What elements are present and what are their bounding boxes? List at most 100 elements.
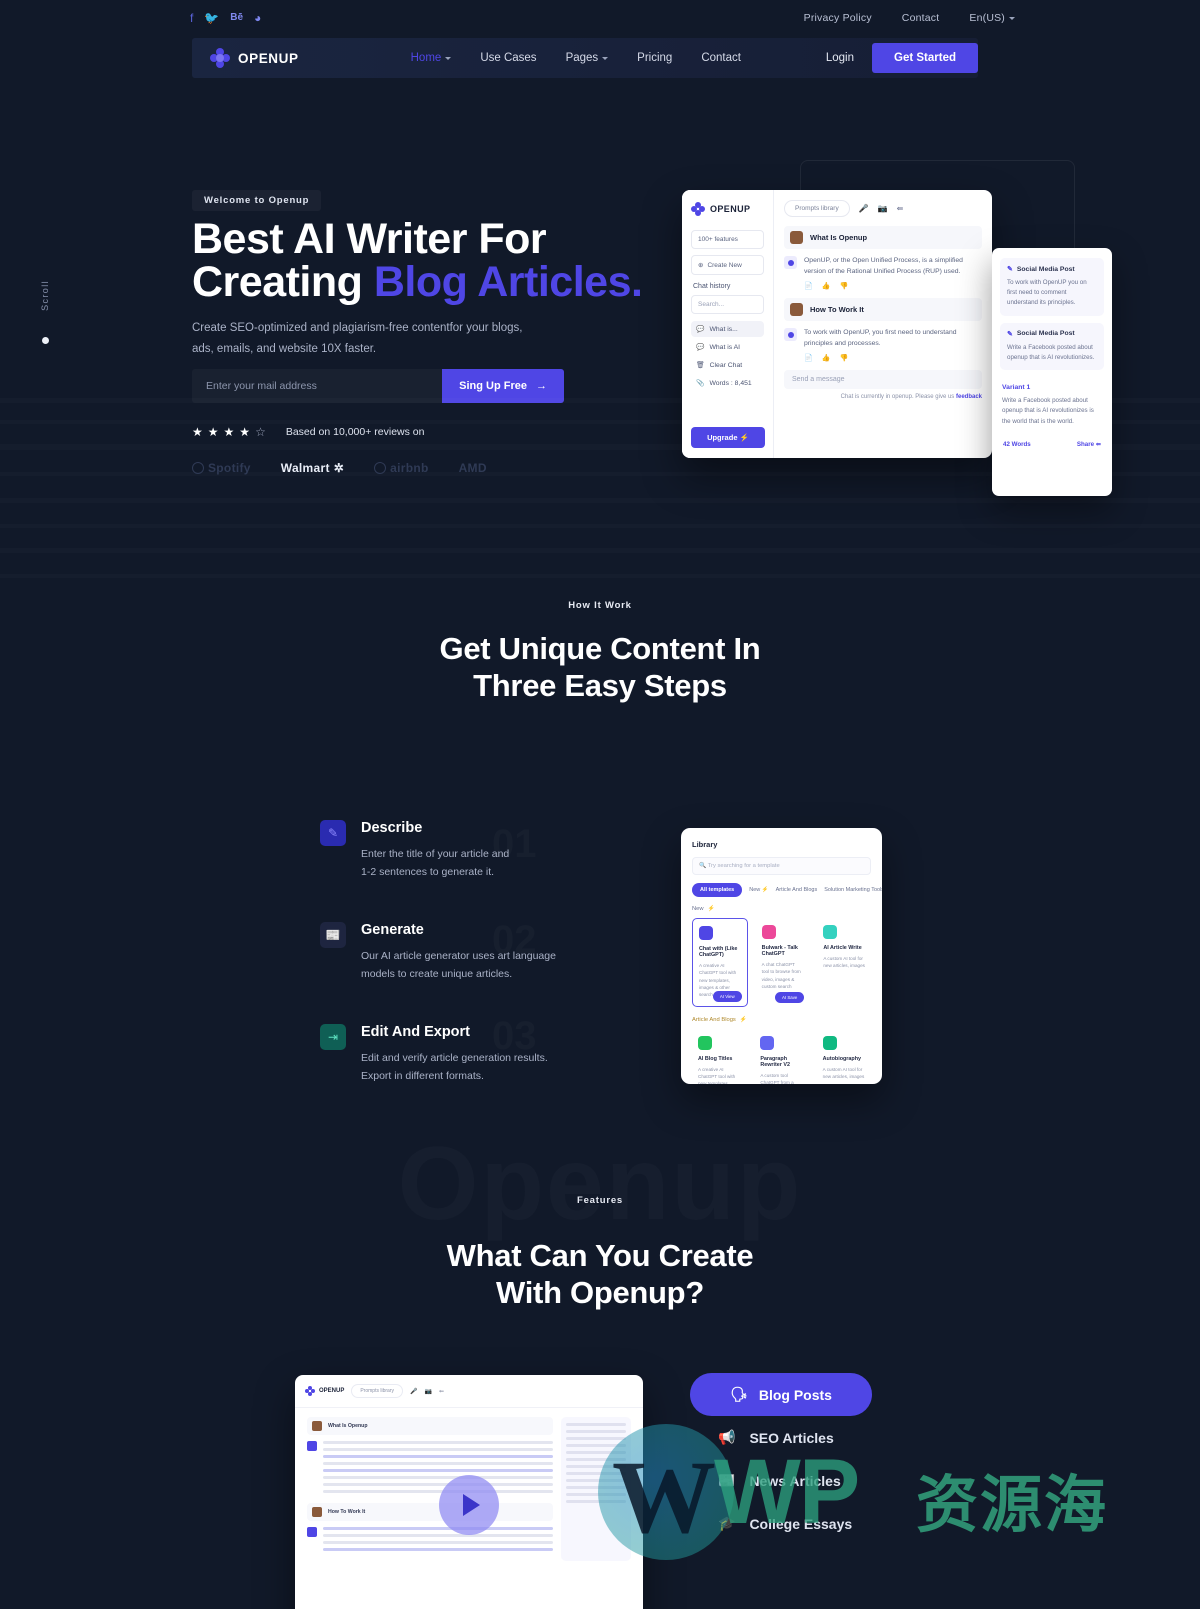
nav-item-use-cases[interactable]: Use Cases bbox=[480, 52, 536, 64]
paperclip-icon: 📎 bbox=[696, 380, 705, 387]
how-it-works-title-line1: Get Unique Content In bbox=[439, 631, 761, 666]
microphone-icon[interactable]: 🎤 bbox=[410, 1388, 417, 1395]
language-label[interactable]: En(US) bbox=[969, 12, 1005, 24]
signup-button[interactable]: Sing Up Free → bbox=[442, 369, 564, 403]
topbar-right: Privacy Policy Contact En(US) bbox=[804, 12, 1015, 24]
share-icon[interactable]: ⇚ bbox=[897, 204, 904, 213]
logo-airbnb-label: airbnb bbox=[390, 461, 429, 475]
thumbs-down-icon[interactable]: 👎 bbox=[839, 354, 848, 362]
get-started-button[interactable]: Get Started bbox=[872, 43, 978, 73]
microphone-icon[interactable]: 🎤 bbox=[859, 204, 869, 213]
share-action[interactable]: Share ⇚ bbox=[1077, 441, 1101, 448]
library-card-title: Chat with (Like ChatGPT) bbox=[699, 946, 738, 958]
features-section: Openup Features What Can You Create With… bbox=[0, 1125, 1200, 1609]
edit-icon[interactable]: ✎ bbox=[1092, 248, 1100, 249]
library-card-title: Bulwark - Talk ChatGPT bbox=[761, 945, 798, 957]
library-card-desc: A custom tool ChatGPT from a browser fro… bbox=[760, 1072, 794, 1084]
email-input[interactable] bbox=[192, 369, 443, 403]
mock-create-new-button[interactable]: ⊕ Create New bbox=[691, 255, 764, 275]
how-it-works-eyebrow: How It Work bbox=[568, 600, 632, 611]
play-button[interactable] bbox=[439, 1475, 499, 1535]
mock-prompts-library-button[interactable]: Prompts library bbox=[784, 200, 850, 217]
mock-user-message-text: What Is Openup bbox=[810, 233, 868, 242]
variant-card-footer: 42 Words Share ⇚ bbox=[1000, 441, 1104, 448]
library-heading: Library bbox=[692, 840, 718, 849]
library-card[interactable]: Chat with (Like ChatGPT) A creative AI C… bbox=[692, 918, 748, 1007]
library-group-heading: Article And Blogs ⚡ bbox=[692, 1016, 748, 1023]
openup-bot-icon bbox=[784, 328, 797, 342]
copy-icon[interactable]: 📄 bbox=[804, 354, 813, 362]
hero-title-accent: Blog Articles. bbox=[373, 258, 643, 306]
library-tab-new[interactable]: New ⚡ bbox=[749, 887, 768, 893]
chevron-down-icon bbox=[1009, 16, 1015, 20]
library-card-title: Autobiography bbox=[822, 1055, 861, 1062]
rating-text: Based on 10,000+ reviews on bbox=[285, 426, 425, 438]
feature-video-mockup[interactable]: OPENUP Prompts library 🎤 📷 ⇚ What Is Ope… bbox=[295, 1375, 643, 1609]
mock-chat-toolbar: Prompts library 🎤 📷 ⇚ bbox=[784, 200, 982, 217]
feature-tabs-list: 🗣 Blog Posts 📢 SEO Articles 📰 News Artic… bbox=[690, 1373, 970, 1545]
openup-bot-icon bbox=[784, 256, 797, 269]
mock-chat-history-label: Chat history bbox=[693, 283, 731, 290]
openup-logo-icon bbox=[305, 1386, 315, 1396]
library-card-button[interactable]: AI Save bbox=[774, 991, 805, 1003]
hero-subtitle: Create SEO-optimized and plagiarism-free… bbox=[192, 318, 522, 361]
nav-item-home[interactable]: Home bbox=[411, 52, 452, 64]
step-item: 📰 Generate Our AI article generator uses… bbox=[320, 922, 620, 983]
star-icon: ★ bbox=[192, 425, 203, 439]
library-card[interactable]: AI Article Write A custom AI tool for ne… bbox=[817, 918, 871, 1007]
contact-link[interactable]: Contact bbox=[902, 12, 940, 24]
feature-tab-seo-articles[interactable]: 📢 SEO Articles bbox=[690, 1416, 970, 1459]
image-icon[interactable]: 📷 bbox=[424, 1388, 431, 1395]
feature-tab-college-essays[interactable]: 🎓 College Essays bbox=[690, 1502, 970, 1545]
mock-feedback-link[interactable]: feedback bbox=[956, 394, 982, 400]
library-tab-articles[interactable]: Article And Blogs bbox=[776, 887, 818, 893]
mock-create-new-label: Create New bbox=[707, 261, 742, 269]
library-card-desc: A custom AI tool for new articles, image… bbox=[823, 956, 865, 969]
login-link[interactable]: Login bbox=[826, 52, 854, 64]
library-card[interactable]: Paragraph Rewriter V2 A custom tool Chat… bbox=[754, 1029, 808, 1084]
image-icon[interactable]: 📷 bbox=[878, 204, 888, 213]
library-card-desc: A creative AI ChatGPT tool with new temp… bbox=[698, 1066, 736, 1084]
mock-chat-item[interactable]: 💬 What is... bbox=[691, 321, 764, 337]
thumbs-up-icon[interactable]: 👍 bbox=[822, 282, 831, 290]
mock-features-pill[interactable]: 100+ features bbox=[691, 230, 764, 249]
feature-tab-news-articles[interactable]: 📰 News Articles bbox=[690, 1459, 970, 1502]
mock-message-input[interactable]: Send a message bbox=[784, 370, 982, 390]
video-mock-toolbar: OPENUP Prompts library 🎤 📷 ⇚ bbox=[295, 1375, 643, 1408]
library-tab-marketing[interactable]: Solution Marketing Tools bbox=[824, 887, 882, 893]
mock-clear-chat-item[interactable]: 🗑 Clear Chat bbox=[691, 357, 764, 373]
library-tab-all[interactable]: All templates bbox=[692, 883, 743, 897]
facebook-icon[interactable]: f bbox=[190, 12, 193, 24]
mock-chat-item[interactable]: 💬 What is AI bbox=[691, 339, 764, 355]
video-mock-q1: What Is Openup bbox=[328, 1423, 368, 1429]
variant-title-text: Variant 1 bbox=[1002, 384, 1031, 392]
library-search-input[interactable]: 🔍 Try searching for a template bbox=[692, 857, 871, 875]
library-card[interactable]: Bulwark - Talk ChatGPT A chat ChatGPT to… bbox=[756, 918, 810, 1007]
mock-brand-label: OPENUP bbox=[710, 204, 751, 214]
thumbs-down-icon[interactable]: 👎 bbox=[839, 282, 848, 290]
discord-icon[interactable]: ◕ bbox=[254, 12, 261, 24]
library-card-button[interactable]: AI View bbox=[712, 990, 742, 1002]
brand-logo[interactable]: OPENUP bbox=[210, 48, 299, 68]
nav-item-pages[interactable]: Pages bbox=[566, 52, 609, 64]
nav-item-contact[interactable]: Contact bbox=[701, 52, 741, 64]
feature-tab-blog-posts[interactable]: 🗣 Blog Posts bbox=[690, 1373, 872, 1416]
thumbs-up-icon[interactable]: 👍 bbox=[822, 354, 831, 362]
library-card[interactable]: Autobiography A custom AI tool for new a… bbox=[817, 1029, 871, 1084]
video-mock-prompts-pill[interactable]: Prompts library bbox=[351, 1384, 403, 1398]
library-card-desc: A chat ChatGPT tool to browse from video… bbox=[761, 962, 801, 990]
twitter-icon[interactable]: 🐦 bbox=[204, 12, 219, 24]
language-selector[interactable]: En(US) bbox=[969, 12, 1015, 24]
nav-item-pricing[interactable]: Pricing bbox=[637, 52, 672, 64]
mock-upgrade-button[interactable]: Upgrade ⚡ bbox=[691, 427, 765, 448]
behance-icon[interactable]: Bē bbox=[230, 13, 243, 23]
copy-icon[interactable]: 📄 bbox=[804, 282, 813, 290]
privacy-policy-link[interactable]: Privacy Policy bbox=[804, 12, 872, 24]
hero-subtitle-line2: ads, emails, and website 10X faster. bbox=[192, 343, 377, 356]
library-card[interactable]: AI Blog Titles A creative AI ChatGPT too… bbox=[692, 1029, 746, 1084]
share-icon[interactable]: ⇚ bbox=[439, 1388, 444, 1395]
mock-search-input[interactable]: Search... bbox=[691, 295, 764, 314]
variant-card-body: Write a Facebook posted about openup tha… bbox=[1007, 343, 1095, 361]
landing-page: f 🐦 Bē ◕ Privacy Policy Contact En(US) O… bbox=[0, 0, 1200, 1609]
logo-walmart: Walmart ✲ bbox=[280, 461, 345, 475]
